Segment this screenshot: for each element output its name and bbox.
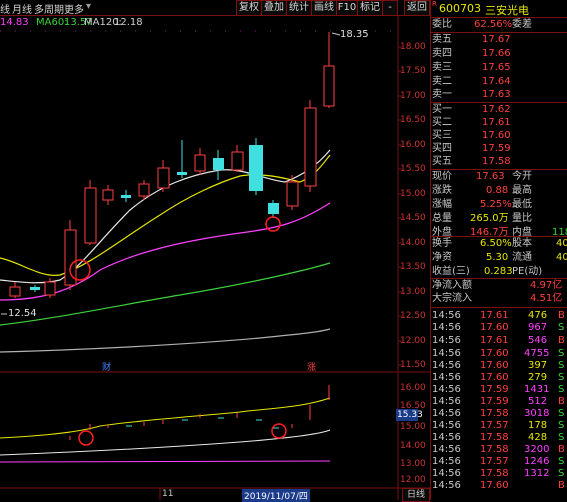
axis-tick: 14.00	[400, 238, 426, 248]
ma120-line	[0, 328, 331, 353]
low-price-label: 12.54	[8, 308, 37, 319]
quote-row: 换手 6.50% 股本 40	[432, 238, 567, 249]
bid-row[interactable]: 买五 17.58	[432, 155, 567, 169]
tick-row: 14:56 17.60 B	[432, 480, 565, 491]
quote-row: 涨幅 5.25% 最低	[432, 199, 532, 210]
ask-row[interactable]: 卖二 17.64	[432, 75, 567, 89]
axis-tick: 16.00	[400, 140, 426, 150]
quote-row: 现价 17.63 今开	[432, 171, 532, 182]
axis-tick: 15.00	[400, 422, 426, 432]
highlight-circle	[271, 423, 287, 439]
ask-row[interactable]: 卖五 17.67	[432, 33, 567, 47]
axis-tick: 13.00	[400, 459, 426, 469]
rise-marker[interactable]: 涨	[307, 360, 316, 373]
axis-tick: 13.00	[400, 287, 426, 297]
stock-header: R 600703 三安光电	[431, 0, 567, 17]
stock-name: 三安光电	[485, 4, 529, 17]
ask-row[interactable]: 卖一 17.63	[432, 88, 567, 102]
axis-tick: 14.50	[400, 213, 426, 223]
bottom-tick-label: 11	[162, 489, 174, 499]
axis-tick: 16.00	[400, 383, 426, 393]
axis-tick: 18.00	[400, 42, 426, 52]
current-value-tag: 15.33	[397, 410, 423, 420]
axis-tick: 15.50	[400, 164, 426, 174]
axis-tick: 17.00	[400, 91, 426, 101]
axis-tick: 14.00	[400, 441, 426, 451]
axis-tick: 15.00	[400, 189, 426, 199]
ask-row[interactable]: 卖四 17.66	[432, 47, 567, 61]
bid-row[interactable]: 买四 17.59	[432, 142, 567, 156]
axis-tick: 12.50	[400, 311, 426, 321]
axis-tick: 13.50	[400, 262, 426, 272]
axis-tick: 17.50	[400, 66, 426, 76]
quote-row: 涨跌 0.88 最高	[432, 185, 532, 196]
high-price-label: 18.35	[340, 29, 369, 40]
bid-row[interactable]: 买三 17.60	[432, 129, 567, 143]
kline-chart[interactable]	[0, 0, 430, 500]
quote-row: 总量 265.0万 量比	[432, 213, 532, 224]
ask-row[interactable]: 卖三 17.65	[432, 61, 567, 75]
highlight-circle	[265, 216, 281, 232]
axis-tick: 16.50	[400, 115, 426, 125]
stock-code: 600703	[439, 2, 481, 15]
axis-tick: 12.00	[400, 475, 426, 485]
quote-row: 净资 5.30 流通 40	[432, 252, 567, 263]
date-label: 2019/11/07/四	[242, 489, 310, 502]
stock-tag: R	[432, 0, 437, 8]
axis-tick: 12.00	[400, 336, 426, 346]
weibi-value: 62.56%	[474, 19, 513, 30]
weibi-row: 委比 62.56% 委差	[432, 18, 567, 32]
axis-tick: 11.50	[400, 360, 426, 370]
candles	[9, 32, 335, 298]
highlight-circle	[78, 430, 94, 446]
bid-row[interactable]: 买二 17.61	[432, 116, 567, 130]
net-inflow-row: 净流入额 4.97亿	[432, 280, 563, 291]
weibi-label: 委比	[432, 19, 452, 30]
weicha-label: 委差	[512, 19, 532, 30]
bid-row[interactable]: 买一 17.62	[432, 103, 567, 117]
finance-marker[interactable]: 财	[102, 360, 111, 373]
block-inflow-row: 大宗流入 4.51亿	[432, 293, 563, 304]
quote-row: 收益(三) 0.283 PE(动)	[432, 266, 543, 277]
